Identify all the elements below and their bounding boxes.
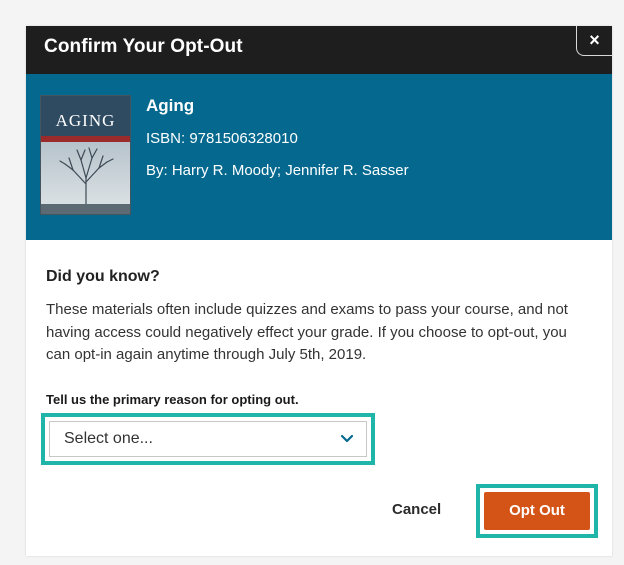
reason-select-value: Select one... xyxy=(64,430,153,447)
opt-out-button[interactable]: Opt Out xyxy=(484,492,590,530)
notice-heading: Did you know? xyxy=(46,268,160,285)
book-isbn: ISBN: 9781506328010 xyxy=(146,130,298,147)
reason-label: Tell us the primary reason for opting ou… xyxy=(46,392,299,407)
book-authors: By: Harry R. Moody; Jennifer R. Sasser xyxy=(146,162,409,179)
reason-select[interactable]: Select one... xyxy=(49,421,367,457)
book-title: Aging xyxy=(146,96,195,115)
close-button[interactable]: × xyxy=(576,26,612,56)
cover-bottom-band xyxy=(41,204,130,214)
book-cover-image: AGING xyxy=(40,95,131,215)
opt-out-button-highlight: Opt Out xyxy=(476,484,598,538)
dialog-header: Confirm Your Opt-Out × xyxy=(26,26,612,74)
dialog-title: Confirm Your Opt-Out xyxy=(44,36,243,57)
opt-out-dialog: Confirm Your Opt-Out × AGING Aging ISBN:… xyxy=(26,26,612,556)
cancel-button[interactable]: Cancel xyxy=(392,501,441,518)
book-banner: AGING Aging ISBN: 9781506328010 By: Harr… xyxy=(26,74,612,240)
chevron-down-icon xyxy=(340,434,354,443)
page: Confirm Your Opt-Out × AGING Aging ISBN:… xyxy=(0,0,624,565)
close-icon: × xyxy=(589,30,600,50)
tree-icon xyxy=(59,147,114,204)
cover-title: AGING xyxy=(55,111,116,130)
cover-red-band xyxy=(41,136,130,142)
notice-body: These materials often include quizzes an… xyxy=(46,301,568,363)
reason-select-highlight: Select one... xyxy=(41,413,375,465)
